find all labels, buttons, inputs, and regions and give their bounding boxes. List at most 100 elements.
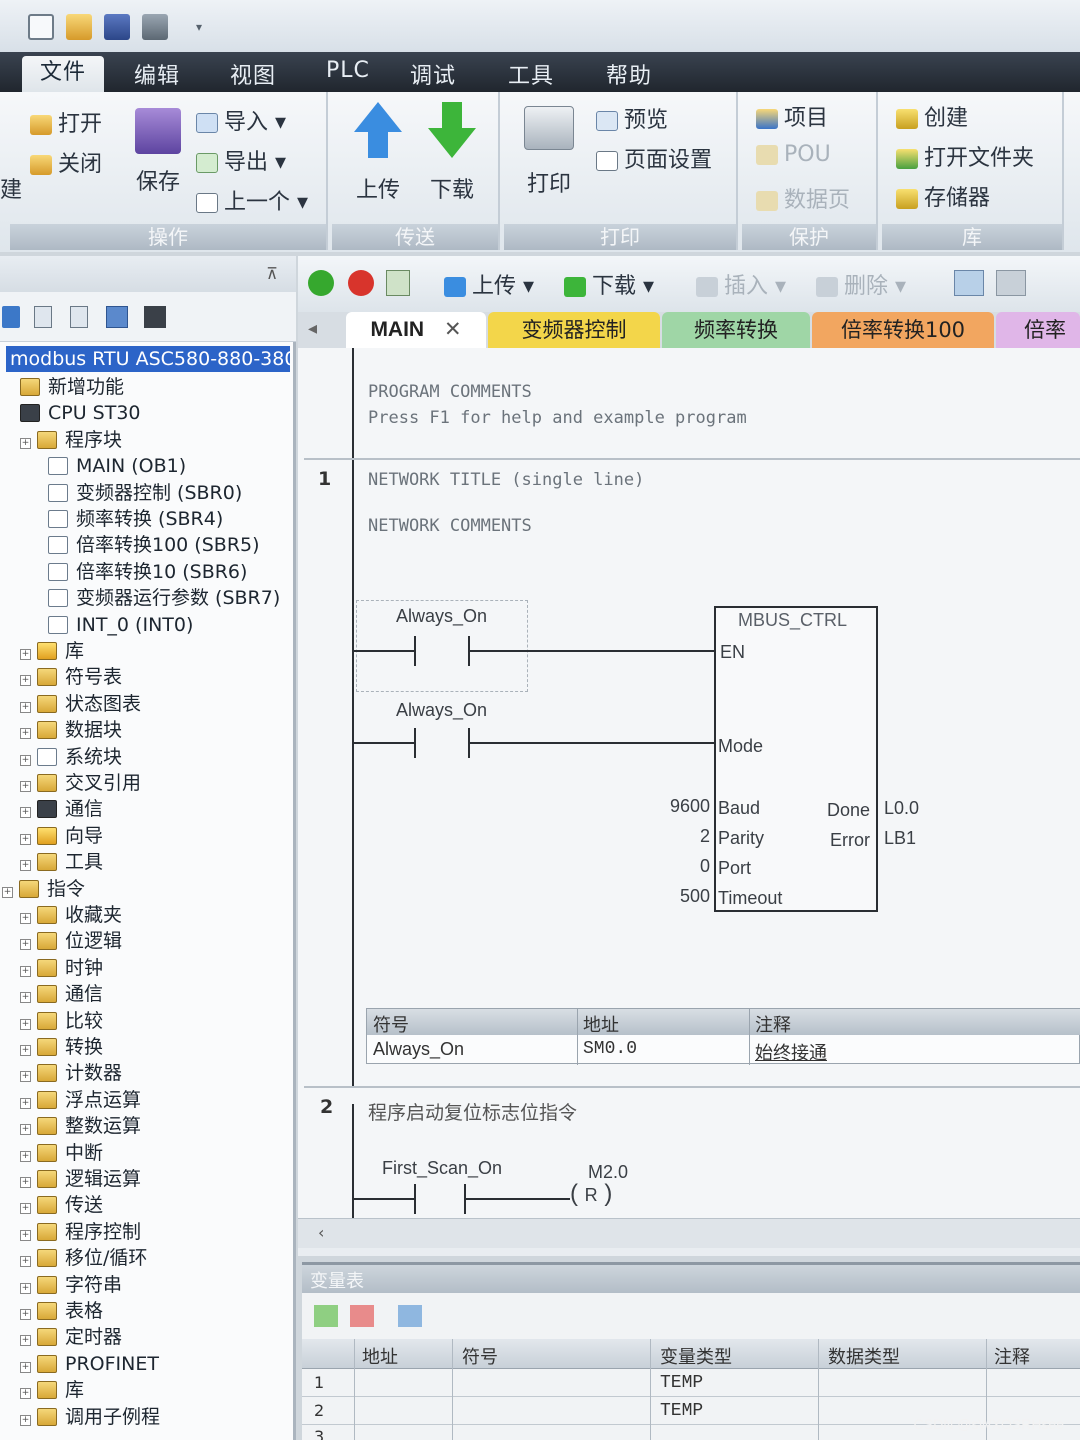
tree-item[interactable]: + 中断 xyxy=(20,1140,103,1166)
var-type-cell[interactable]: TEMP xyxy=(660,1373,703,1393)
tab-main[interactable]: MAIN ✕ xyxy=(346,312,486,348)
expand-icon[interactable]: + xyxy=(20,1203,31,1215)
memory-button[interactable]: 存储器 xyxy=(896,180,990,212)
menu-edit[interactable]: 编辑 xyxy=(134,58,180,89)
new-file-icon[interactable] xyxy=(28,14,54,40)
menu-help[interactable]: 帮助 xyxy=(606,58,652,89)
tree-tool-icon[interactable] xyxy=(2,306,20,328)
tree-item[interactable]: + 传送 xyxy=(20,1192,103,1218)
tree-item[interactable]: + 整数运算 xyxy=(20,1113,141,1139)
tree-item[interactable]: INT_0 (INT0) xyxy=(48,612,193,638)
expand-icon[interactable]: + xyxy=(20,728,31,740)
editor-upload-button[interactable]: 上传 ▾ xyxy=(444,268,534,300)
expand-icon[interactable]: + xyxy=(20,860,31,872)
menu-file[interactable]: 文件 xyxy=(22,56,105,92)
expand-icon[interactable]: + xyxy=(20,1150,31,1162)
tree-item[interactable]: + 定时器 xyxy=(20,1324,122,1350)
tab-sbr4[interactable]: 频率转换 xyxy=(662,312,810,348)
expand-icon[interactable]: + xyxy=(20,1229,31,1241)
contact-no[interactable] xyxy=(414,1184,416,1214)
expand-icon[interactable]: + xyxy=(20,913,31,924)
network-tool-icon[interactable] xyxy=(954,270,984,296)
expand-icon[interactable]: + xyxy=(2,886,13,898)
menu-view[interactable]: 视图 xyxy=(230,58,276,89)
refresh-icon[interactable] xyxy=(398,1305,422,1327)
pin-icon[interactable]: ⊼ xyxy=(266,264,278,283)
menu-debug[interactable]: 调试 xyxy=(410,58,456,89)
tree-item[interactable]: + 浮点运算 xyxy=(20,1087,141,1113)
tree-item[interactable]: + 计数器 xyxy=(20,1060,122,1086)
menu-tools[interactable]: 工具 xyxy=(508,58,554,89)
tree-item[interactable]: + 调用子例程 xyxy=(20,1404,160,1430)
tree-item[interactable]: + 位逻辑 xyxy=(20,928,122,954)
port-value[interactable]: 0 xyxy=(654,856,710,877)
menu-plc[interactable]: PLC xyxy=(326,58,370,88)
tab-sbr0[interactable]: 变频器控制 xyxy=(488,312,660,348)
contact-no[interactable] xyxy=(414,636,416,666)
save-button[interactable]: 保存 xyxy=(128,108,188,196)
expand-icon[interactable]: + xyxy=(20,1388,31,1400)
tree-item[interactable]: + 收藏夹 xyxy=(20,902,122,928)
tree-tool-icon[interactable] xyxy=(70,306,88,328)
editor-download-button[interactable]: 下载 ▾ xyxy=(564,268,654,300)
upload-button[interactable]: 上传 xyxy=(348,102,408,204)
expand-icon[interactable]: + xyxy=(20,701,31,713)
expand-icon[interactable]: + xyxy=(20,437,31,449)
print-icon[interactable] xyxy=(142,14,168,40)
tree-item[interactable]: 频率转换 (SBR4) xyxy=(48,506,223,532)
ladder-editor[interactable]: PROGRAM COMMENTS Press F1 for help and e… xyxy=(298,348,1080,1224)
tree-item[interactable]: + 程序控制 xyxy=(20,1219,141,1245)
tree-item[interactable]: CPU ST30 xyxy=(20,400,141,426)
done-value[interactable]: L0.0 xyxy=(884,798,919,819)
expand-icon[interactable]: + xyxy=(20,675,31,687)
expand-icon[interactable]: + xyxy=(20,1309,31,1320)
tree-item[interactable]: + 移位/循环 xyxy=(20,1245,147,1271)
preview-button[interactable]: 预览 xyxy=(596,102,668,134)
tree-item[interactable]: + 指令 xyxy=(2,876,85,902)
tree-item[interactable]: 新增功能 xyxy=(20,374,124,400)
tree-item[interactable]: + 通信 xyxy=(20,796,103,822)
print-button[interactable]: 打印 xyxy=(518,106,580,198)
tree-root-project[interactable]: modbus RTU ASC580-880-380 (C xyxy=(6,346,290,372)
tree-item[interactable]: + 状态图表 xyxy=(20,691,141,717)
expand-icon[interactable]: + xyxy=(20,1256,31,1268)
baud-value[interactable]: 9600 xyxy=(654,796,710,817)
previous-button[interactable]: 上一个 ▾ xyxy=(196,184,308,216)
delete-row-icon[interactable] xyxy=(350,1305,374,1327)
expand-icon[interactable]: + xyxy=(20,1097,31,1109)
tree-item[interactable]: + 数据块 xyxy=(20,717,122,743)
var-type-cell[interactable]: TEMP xyxy=(660,1401,703,1421)
insert-row-icon[interactable] xyxy=(314,1305,338,1327)
expand-icon[interactable]: + xyxy=(20,939,31,951)
save-icon[interactable] xyxy=(104,14,130,40)
stop-icon[interactable] xyxy=(348,270,374,296)
tree-item[interactable]: + 字符串 xyxy=(20,1272,122,1298)
expand-icon[interactable]: + xyxy=(20,649,31,660)
run-icon[interactable] xyxy=(308,270,334,296)
close-icon[interactable]: ✕ xyxy=(444,318,462,341)
expand-icon[interactable]: + xyxy=(20,1045,31,1056)
expand-icon[interactable]: + xyxy=(20,1018,31,1030)
table-row[interactable]: 1 TEMP xyxy=(302,1369,1080,1397)
tree-item[interactable]: + 表格 xyxy=(20,1298,103,1324)
tree-item[interactable]: + 时钟 xyxy=(20,955,103,981)
tree-item[interactable]: + 比较 xyxy=(20,1008,103,1034)
tree-item[interactable]: + 转换 xyxy=(20,1034,103,1060)
tree-item[interactable]: 倍率转换10 (SBR6) xyxy=(48,559,247,585)
tab-scroll-left-icon[interactable]: ◂ xyxy=(308,318,317,339)
network-tool-icon[interactable] xyxy=(996,270,1026,296)
tree-item[interactable]: + 交叉引用 xyxy=(20,770,141,796)
coil-reset[interactable]: ( R ) xyxy=(570,1180,612,1208)
open-folder-button[interactable]: 打开文件夹 xyxy=(896,140,1034,172)
tree-item[interactable]: + 向导 xyxy=(20,823,103,849)
expand-icon[interactable]: + xyxy=(20,1282,31,1294)
tree-tool-icon[interactable] xyxy=(34,306,52,328)
tab-sbr5[interactable]: 倍率转换100 xyxy=(812,312,994,348)
tree-item[interactable]: 变频器控制 (SBR0) xyxy=(48,480,242,506)
open-button[interactable]: 打开 xyxy=(30,106,102,138)
error-value[interactable]: LB1 xyxy=(884,828,916,849)
expand-icon[interactable]: + xyxy=(20,1361,31,1373)
tree-item[interactable]: + 工具 xyxy=(20,849,103,875)
tab-sbr6[interactable]: 倍率 xyxy=(996,312,1080,348)
timeout-value[interactable]: 500 xyxy=(654,886,710,907)
